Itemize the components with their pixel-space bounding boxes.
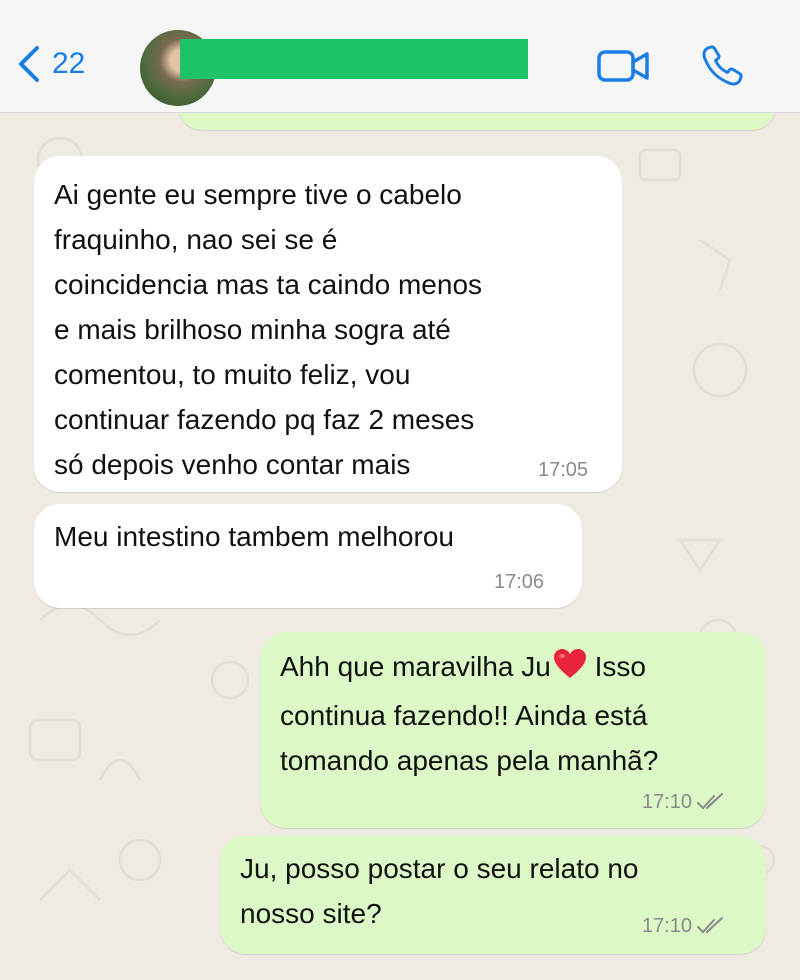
double-check-icon [697, 917, 724, 934]
message-text-part: continua fazendo!! Ainda está tomando ap… [280, 700, 659, 776]
unread-count: 22 [52, 47, 86, 80]
message-text-part: Isso [586, 651, 646, 682]
chevron-left-icon [19, 46, 39, 82]
message-bubble-outgoing[interactable]: Ahh que maravilha Ju Isso continua fazend… [260, 632, 766, 828]
message-time: 17:10 [642, 792, 726, 812]
message-bubble-incoming[interactable]: Ai gente eu sempre tive o cabelo fraquin… [34, 156, 622, 492]
double-check-icon [697, 793, 724, 810]
chat-header: 22 [0, 0, 800, 113]
message-time: 17:10 [642, 916, 726, 936]
message-time-value: 17:10 [642, 791, 693, 813]
message-bubble-outgoing[interactable]: Ju, posso postar o seu relato no nosso s… [220, 836, 766, 954]
message-bubble-incoming[interactable]: Meu intestino tambem melhorou 17:06 [34, 504, 582, 608]
video-camera-icon [597, 50, 649, 82]
message-text: Ai gente eu sempre tive o cabelo fraquin… [54, 179, 483, 480]
message-text-part: Ahh que maravilha Ju [280, 651, 551, 682]
message-text: Meu intestino tambem melhorou [54, 521, 454, 552]
red-heart-icon [553, 648, 587, 693]
message-text: Ahh que maravilha Ju Isso continua fazend… [280, 644, 760, 783]
back-button[interactable]: 22 [16, 44, 85, 84]
message-time-value: 17:10 [642, 915, 693, 937]
contact-name-redaction[interactable] [180, 39, 528, 79]
voice-call-button[interactable] [700, 44, 744, 93]
message-time: 17:06 [494, 571, 545, 593]
message-time: 17:05 [538, 459, 589, 481]
video-call-button[interactable] [596, 48, 650, 89]
phone-icon [702, 45, 743, 86]
